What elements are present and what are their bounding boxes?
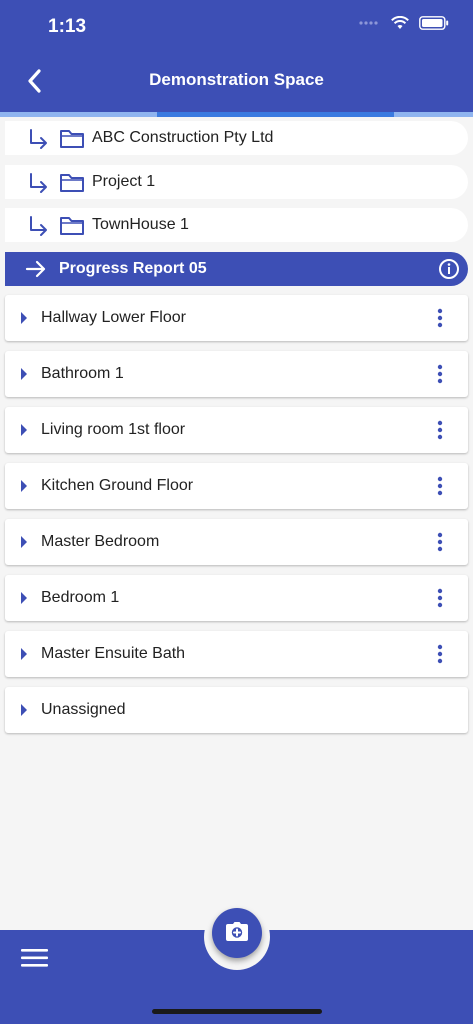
more-vertical-icon[interactable] xyxy=(436,476,444,496)
folder-icon xyxy=(60,217,84,235)
caret-right-icon xyxy=(21,648,27,660)
room-label: Living room 1st floor xyxy=(41,421,186,438)
caret-right-icon xyxy=(21,424,27,436)
more-vertical-icon[interactable] xyxy=(436,644,444,664)
room-label: Bathroom 1 xyxy=(41,365,124,382)
more-vertical-icon[interactable] xyxy=(436,308,444,328)
breadcrumb-label: ABC Construction Pty Ltd xyxy=(92,129,274,146)
room-label: Master Ensuite Bath xyxy=(41,645,186,662)
hamburger-menu-icon xyxy=(21,949,48,967)
camera-icon xyxy=(226,922,248,941)
room-label: Unassigned xyxy=(41,701,126,718)
caret-right-icon xyxy=(21,536,27,548)
room-label: Master Bedroom xyxy=(41,533,160,550)
header-progress-fill xyxy=(157,112,394,117)
arrow-right-icon xyxy=(25,260,46,278)
caret-right-icon xyxy=(21,480,27,492)
wifi-icon xyxy=(391,16,409,29)
subdirectory-arrow-icon xyxy=(30,173,47,193)
home-indicator xyxy=(152,1009,322,1014)
breadcrumb-item[interactable]: Project 1 xyxy=(5,165,468,199)
room-list-item[interactable]: Bedroom 1 xyxy=(5,575,468,621)
signal-icon xyxy=(359,21,378,25)
room-list-item[interactable]: Unassigned xyxy=(5,687,468,733)
room-label: Kitchen Ground Floor xyxy=(41,477,194,494)
caret-right-icon xyxy=(21,592,27,604)
status-time: 1:13 xyxy=(48,16,87,37)
subdirectory-arrow-icon xyxy=(30,216,47,236)
header-progress-track xyxy=(0,112,473,117)
more-vertical-icon[interactable] xyxy=(436,420,444,440)
page-title: Demonstration Space xyxy=(149,70,324,89)
subdirectory-arrow-icon xyxy=(30,129,47,149)
breadcrumb-label: TownHouse 1 xyxy=(92,216,189,233)
breadcrumb-item[interactable]: TownHouse 1 xyxy=(5,208,468,242)
room-list-item[interactable]: Living room 1st floor xyxy=(5,407,468,453)
room-list-item[interactable]: Master Ensuite Bath xyxy=(5,631,468,677)
more-vertical-icon[interactable] xyxy=(436,364,444,384)
status-icons xyxy=(359,16,449,30)
room-label: Hallway Lower Floor xyxy=(41,309,186,326)
current-report-row[interactable]: Progress Report 05 xyxy=(5,252,468,286)
room-list-item[interactable]: Kitchen Ground Floor xyxy=(5,463,468,509)
camera-button[interactable] xyxy=(212,908,262,958)
room-list-item[interactable]: Hallway Lower Floor xyxy=(5,295,468,341)
breadcrumb-item[interactable]: ABC Construction Pty Ltd xyxy=(5,121,468,155)
more-vertical-icon[interactable] xyxy=(436,588,444,608)
app-screen: 1:13 Demonstration Space ABC Constructio… xyxy=(0,0,473,1024)
caret-right-icon xyxy=(21,368,27,380)
menu-button[interactable] xyxy=(21,947,49,969)
room-list-item[interactable]: Bathroom 1 xyxy=(5,351,468,397)
folder-icon xyxy=(60,130,84,148)
room-list-item[interactable]: Master Bedroom xyxy=(5,519,468,565)
info-icon[interactable] xyxy=(438,258,460,280)
caret-right-icon xyxy=(21,704,27,716)
breadcrumb-label: Project 1 xyxy=(92,173,156,190)
more-vertical-icon[interactable] xyxy=(436,532,444,552)
app-header: 1:13 Demonstration Space xyxy=(0,0,473,117)
current-report-label: Progress Report 05 xyxy=(59,260,207,277)
folder-icon xyxy=(60,174,84,192)
caret-right-icon xyxy=(21,312,27,324)
room-label: Bedroom 1 xyxy=(41,589,120,606)
battery-icon xyxy=(419,16,449,30)
